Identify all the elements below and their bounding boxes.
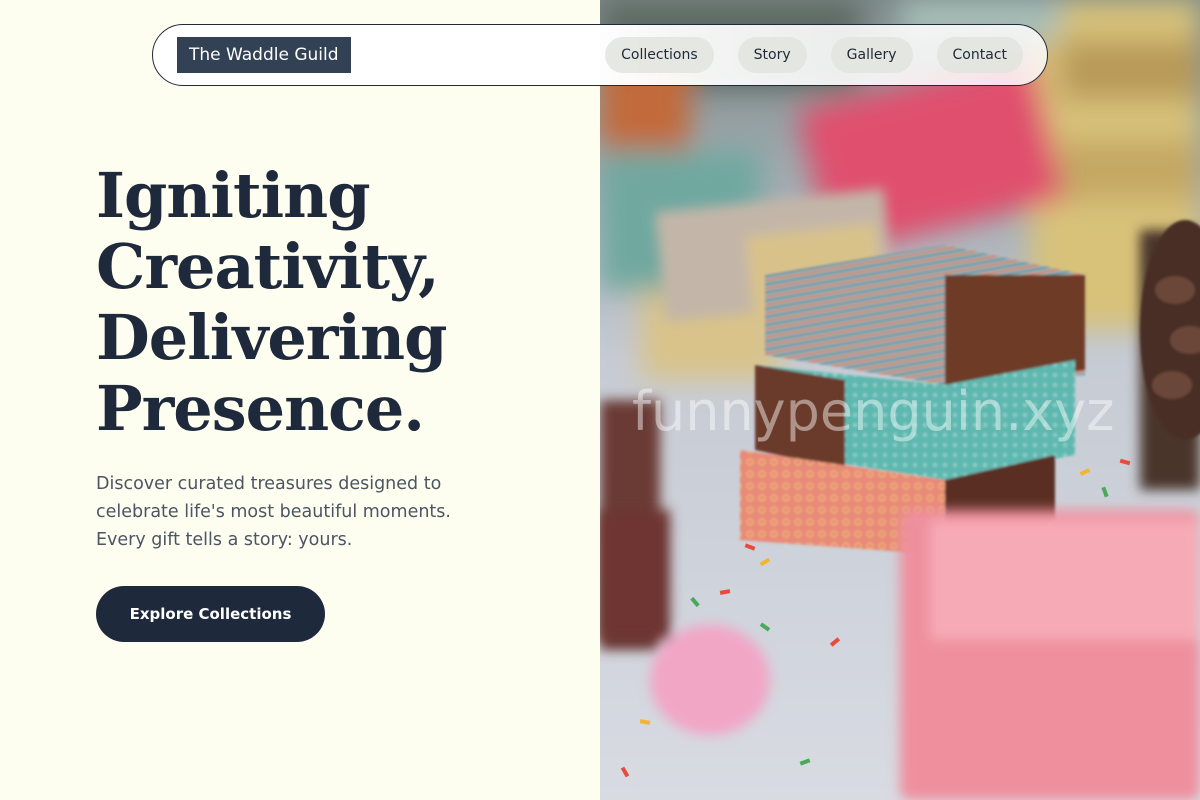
nav-links: Collections Story Gallery Contact bbox=[605, 37, 1023, 73]
hero-subtext: Discover curated treasures designed to c… bbox=[96, 470, 536, 554]
gift-boxes-photo: funnypenguin.xyz bbox=[600, 0, 1200, 800]
headline-line: Presence. bbox=[96, 372, 425, 445]
nav-link-collections[interactable]: Collections bbox=[605, 37, 714, 73]
subtext-line: Discover curated treasures designed to bbox=[96, 474, 442, 494]
explore-collections-button[interactable]: Explore Collections bbox=[96, 586, 325, 642]
landing-page: funnypenguin.xyz The Waddle Guild Collec… bbox=[0, 0, 1200, 800]
subtext-line: Every gift tells a story: yours. bbox=[96, 530, 353, 550]
top-navbar: The Waddle Guild Collections Story Galle… bbox=[152, 24, 1048, 86]
subtext-line: celebrate life's most beautiful moments. bbox=[96, 502, 451, 522]
nav-link-story[interactable]: Story bbox=[737, 37, 807, 73]
headline-line: Igniting bbox=[96, 159, 371, 232]
headline-line: Creativity, bbox=[96, 230, 440, 303]
hero-headline: Igniting Creativity, Delivering Presence… bbox=[96, 160, 596, 444]
watermark-text: funnypenguin.xyz bbox=[632, 380, 1115, 443]
brand-logo[interactable]: The Waddle Guild bbox=[177, 37, 351, 73]
nav-link-gallery[interactable]: Gallery bbox=[830, 37, 913, 73]
nav-link-contact[interactable]: Contact bbox=[936, 37, 1023, 73]
headline-line: Delivering bbox=[96, 301, 447, 374]
hero-image: funnypenguin.xyz bbox=[600, 0, 1200, 800]
